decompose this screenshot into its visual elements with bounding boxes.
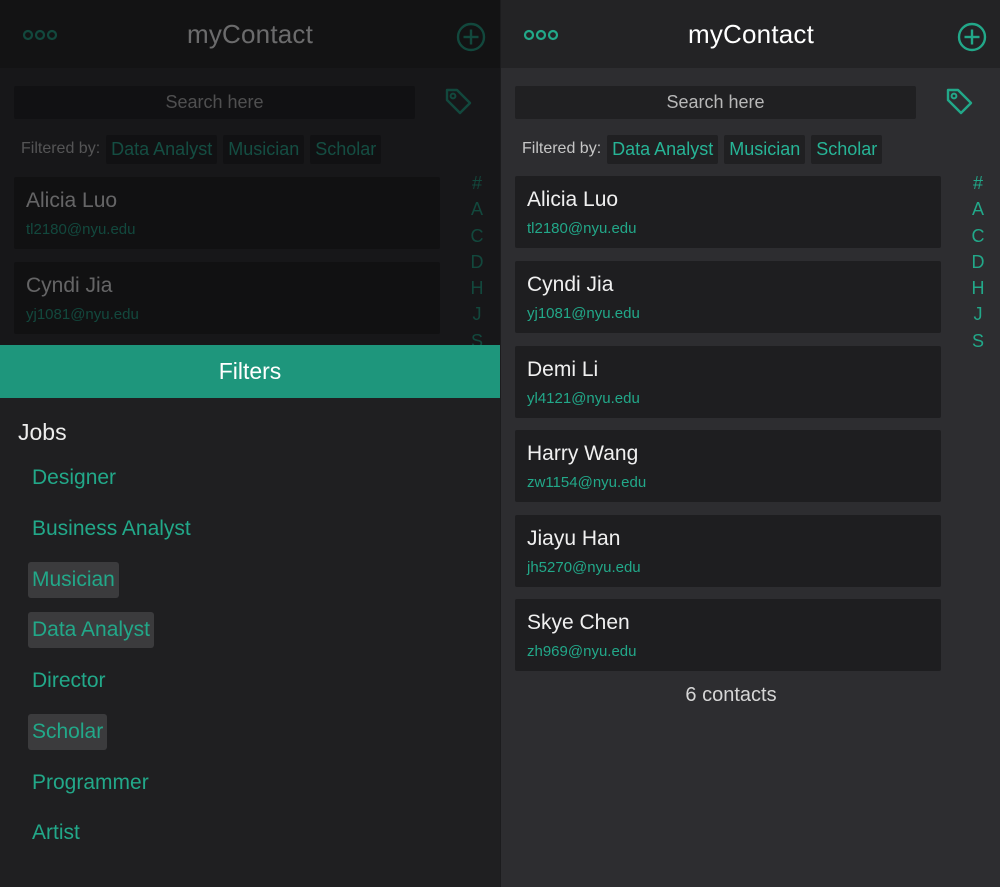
active-filters: Filtered by: Data Analyst Musician Schol… bbox=[522, 134, 888, 164]
contact-count: 6 contacts bbox=[685, 684, 777, 706]
jobs-heading: Jobs bbox=[18, 419, 67, 445]
contact-card[interactable]: Cyndi Jia yj1081@nyu.edu bbox=[515, 261, 941, 333]
job-option-data-analyst[interactable]: Data Analyst bbox=[28, 612, 154, 648]
contact-name: Harry Wang bbox=[527, 442, 639, 465]
job-option-scholar[interactable]: Scholar bbox=[28, 714, 108, 750]
plus-circle-icon[interactable] bbox=[957, 22, 987, 52]
index-letter[interactable]: A bbox=[972, 196, 984, 222]
tag-icon[interactable] bbox=[944, 86, 974, 116]
contact-email: zh969@nyu.edu bbox=[527, 643, 637, 660]
contact-email: zw1154@nyu.edu bbox=[527, 474, 647, 491]
job-option-artist[interactable]: Artist bbox=[28, 815, 84, 851]
alphabet-index: # A C D H J S bbox=[969, 170, 987, 354]
contact-name: Demi Li bbox=[527, 358, 599, 381]
index-letter[interactable]: S bbox=[972, 328, 984, 354]
filter-chip[interactable]: Musician bbox=[724, 134, 806, 164]
contact-name: Alicia Luo bbox=[527, 188, 619, 211]
search-input[interactable] bbox=[515, 86, 916, 119]
job-option-designer[interactable]: Designer bbox=[28, 460, 120, 496]
contact-name: Jiayu Han bbox=[527, 527, 621, 550]
contact-card[interactable]: Alicia Luo tl2180@nyu.edu bbox=[515, 176, 941, 248]
app-title: myContact bbox=[687, 18, 815, 49]
job-option-director[interactable]: Director bbox=[28, 663, 110, 699]
index-letter[interactable]: J bbox=[974, 301, 983, 327]
contact-name: Cyndi Jia bbox=[527, 273, 614, 296]
contacts-screen: myContact Filtered by: Data Analyst Musi… bbox=[500, 0, 1000, 887]
job-option-programmer[interactable]: Programmer bbox=[28, 765, 153, 801]
contact-name: Skye Chen bbox=[527, 611, 630, 634]
filter-chip[interactable]: Scholar bbox=[811, 134, 883, 164]
app-header: myContact bbox=[501, 0, 1000, 68]
filter-chip[interactable]: Data Analyst bbox=[607, 134, 719, 164]
contact-email: yl4121@nyu.edu bbox=[527, 390, 640, 407]
job-option-musician[interactable]: Musician bbox=[28, 562, 119, 598]
filters-screen: myContact Filtered by: Data Analyst Musi… bbox=[0, 0, 500, 887]
ellipsis-icon[interactable] bbox=[523, 28, 559, 42]
index-letter[interactable]: D bbox=[972, 249, 985, 275]
filters-sheet: Filters Jobs Designer Business Analyst M… bbox=[0, 345, 500, 887]
contact-card[interactable]: Harry Wang zw1154@nyu.edu bbox=[515, 430, 941, 502]
contact-email: yj1081@nyu.edu bbox=[527, 305, 640, 322]
contact-card[interactable]: Jiayu Han jh5270@nyu.edu bbox=[515, 515, 941, 587]
contact-email: tl2180@nyu.edu bbox=[527, 220, 637, 237]
contact-card[interactable]: Skye Chen zh969@nyu.edu bbox=[515, 599, 941, 671]
filter-label: Filtered by: bbox=[522, 140, 602, 157]
filters-title: Filters bbox=[0, 345, 500, 398]
index-letter[interactable]: C bbox=[972, 223, 985, 249]
job-option-business-analyst[interactable]: Business Analyst bbox=[28, 511, 195, 547]
contact-card[interactable]: Demi Li yl4121@nyu.edu bbox=[515, 346, 941, 418]
index-letter[interactable]: H bbox=[972, 275, 985, 301]
contact-email: jh5270@nyu.edu bbox=[527, 559, 641, 576]
index-letter[interactable]: # bbox=[973, 170, 983, 196]
